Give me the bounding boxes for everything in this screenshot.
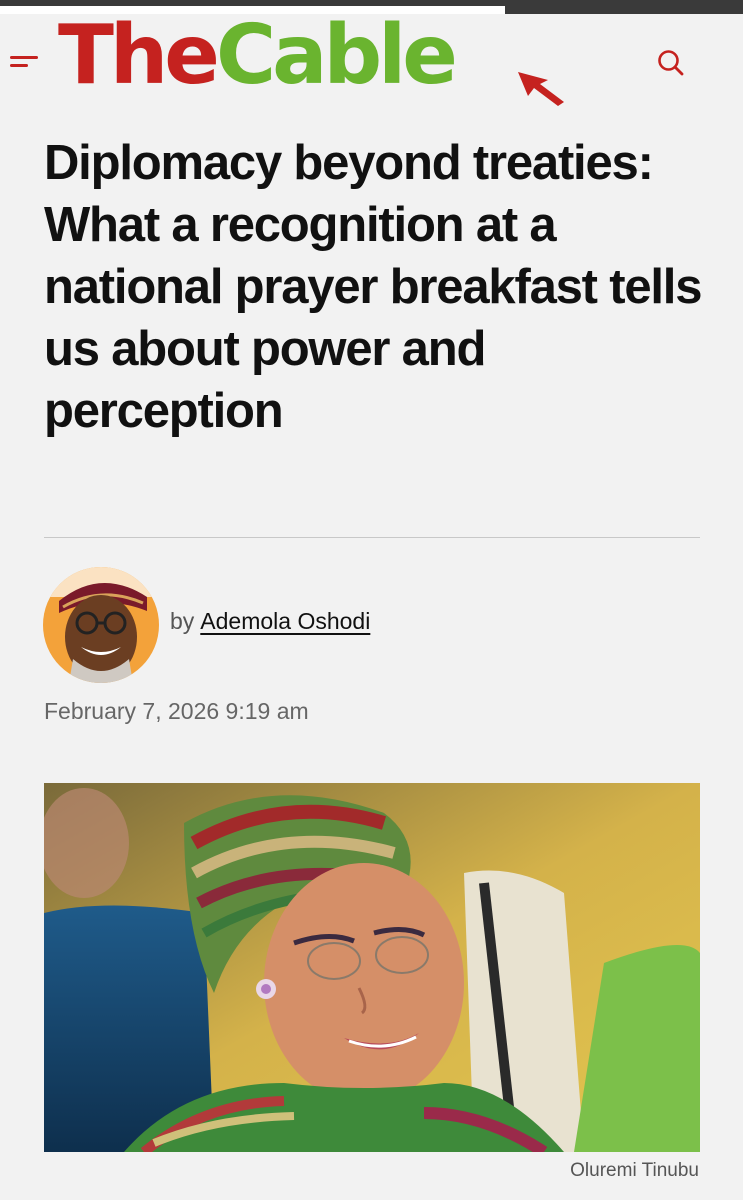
headline-divider <box>44 537 700 538</box>
cursor-arrow-icon <box>518 72 564 106</box>
search-icon[interactable] <box>656 48 686 78</box>
hamburger-menu-icon[interactable] <box>10 54 42 78</box>
author-link[interactable]: Ademola Oshodi <box>200 608 370 634</box>
author-avatar[interactable] <box>43 567 159 683</box>
image-caption: Oluremi Tinubu <box>570 1160 699 1181</box>
status-bar-segment <box>505 6 743 14</box>
author-byline: by Ademola Oshodi <box>170 608 370 635</box>
publish-date: February 7, 2026 9:19 am <box>44 698 309 724</box>
article-headline: Diplomacy beyond treaties: What a recogn… <box>44 136 702 438</box>
logo-the-text: The <box>58 8 220 103</box>
logo-wordmark: TheCable <box>58 8 458 103</box>
site-logo[interactable]: TheCable <box>58 8 578 114</box>
logo-cable-text: Cable <box>215 8 458 103</box>
site-header: TheCable <box>0 8 743 114</box>
byline-prefix: by <box>170 608 195 634</box>
featured-image <box>44 783 700 1152</box>
